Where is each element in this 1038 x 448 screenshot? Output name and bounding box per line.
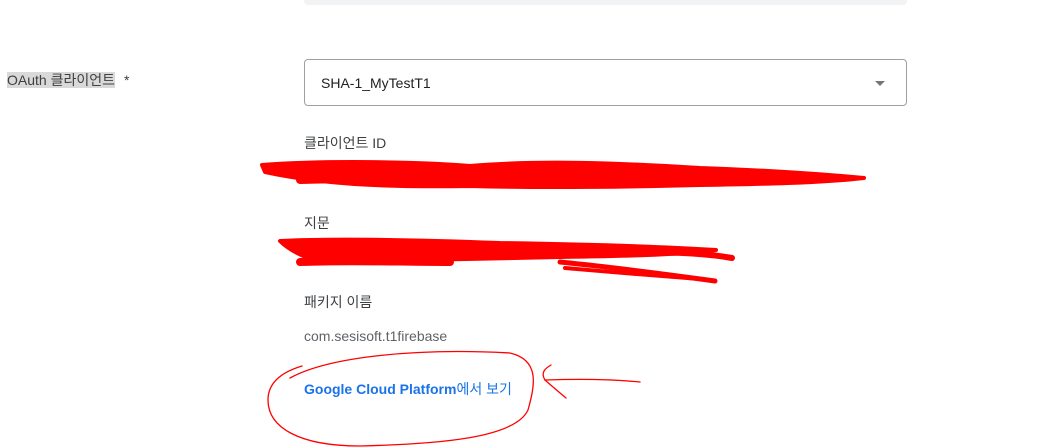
previous-field-bottom [304, 0, 907, 5]
package-name-value: com.sesisoft.t1firebase [304, 328, 448, 344]
oauth-client-selected-value: SHA-1_MyTestT1 [321, 75, 431, 91]
view-in-gcp-link[interactable]: Google Cloud Platform에서 보기 [304, 380, 512, 398]
client-id-label: 클라이언트 ID [304, 135, 387, 151]
gcp-link-strong: Google Cloud Platform [304, 381, 457, 397]
package-name-label: 패키지 이름 [304, 294, 373, 310]
dropdown-caret-icon[interactable] [875, 81, 885, 86]
fingerprint-redaction [278, 237, 735, 284]
gcp-link-suffix: 에서 보기 [456, 381, 512, 397]
oauth-client-row-label: OAuth 클라이언트 * [7, 71, 129, 89]
oauth-client-select[interactable]: SHA-1_MyTestT1 [304, 59, 907, 106]
required-asterisk: * [123, 72, 130, 88]
client-id-value: googleusercontent.com [680, 169, 826, 185]
gcp-link-circle-annotation [267, 350, 641, 447]
fingerprint-label: 지문 [304, 215, 330, 231]
oauth-client-label: OAuth 클라이언트 [7, 72, 115, 88]
